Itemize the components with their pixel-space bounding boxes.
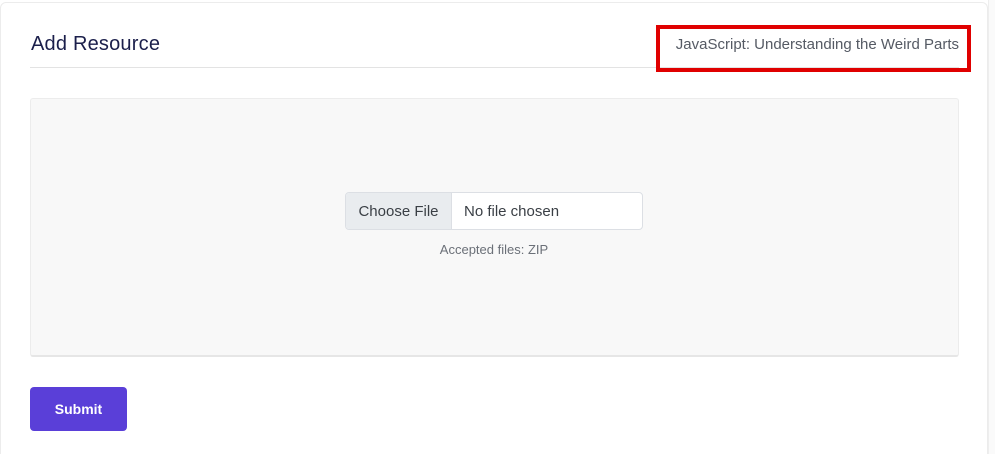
submit-button[interactable]: Submit [30,387,127,431]
file-status-text: No file chosen [464,202,560,220]
course-name: JavaScript: Understanding the Weird Part… [675,36,959,53]
file-input[interactable]: Choose File No file chosen [345,192,643,230]
scrollbar[interactable] [988,0,995,454]
accepted-files-hint: Accepted files: ZIP [439,242,549,257]
add-resource-page: Add Resource JavaScript: Understanding t… [0,0,995,454]
choose-file-button[interactable]: Choose File [346,193,452,229]
page-title: Add Resource [31,33,161,55]
